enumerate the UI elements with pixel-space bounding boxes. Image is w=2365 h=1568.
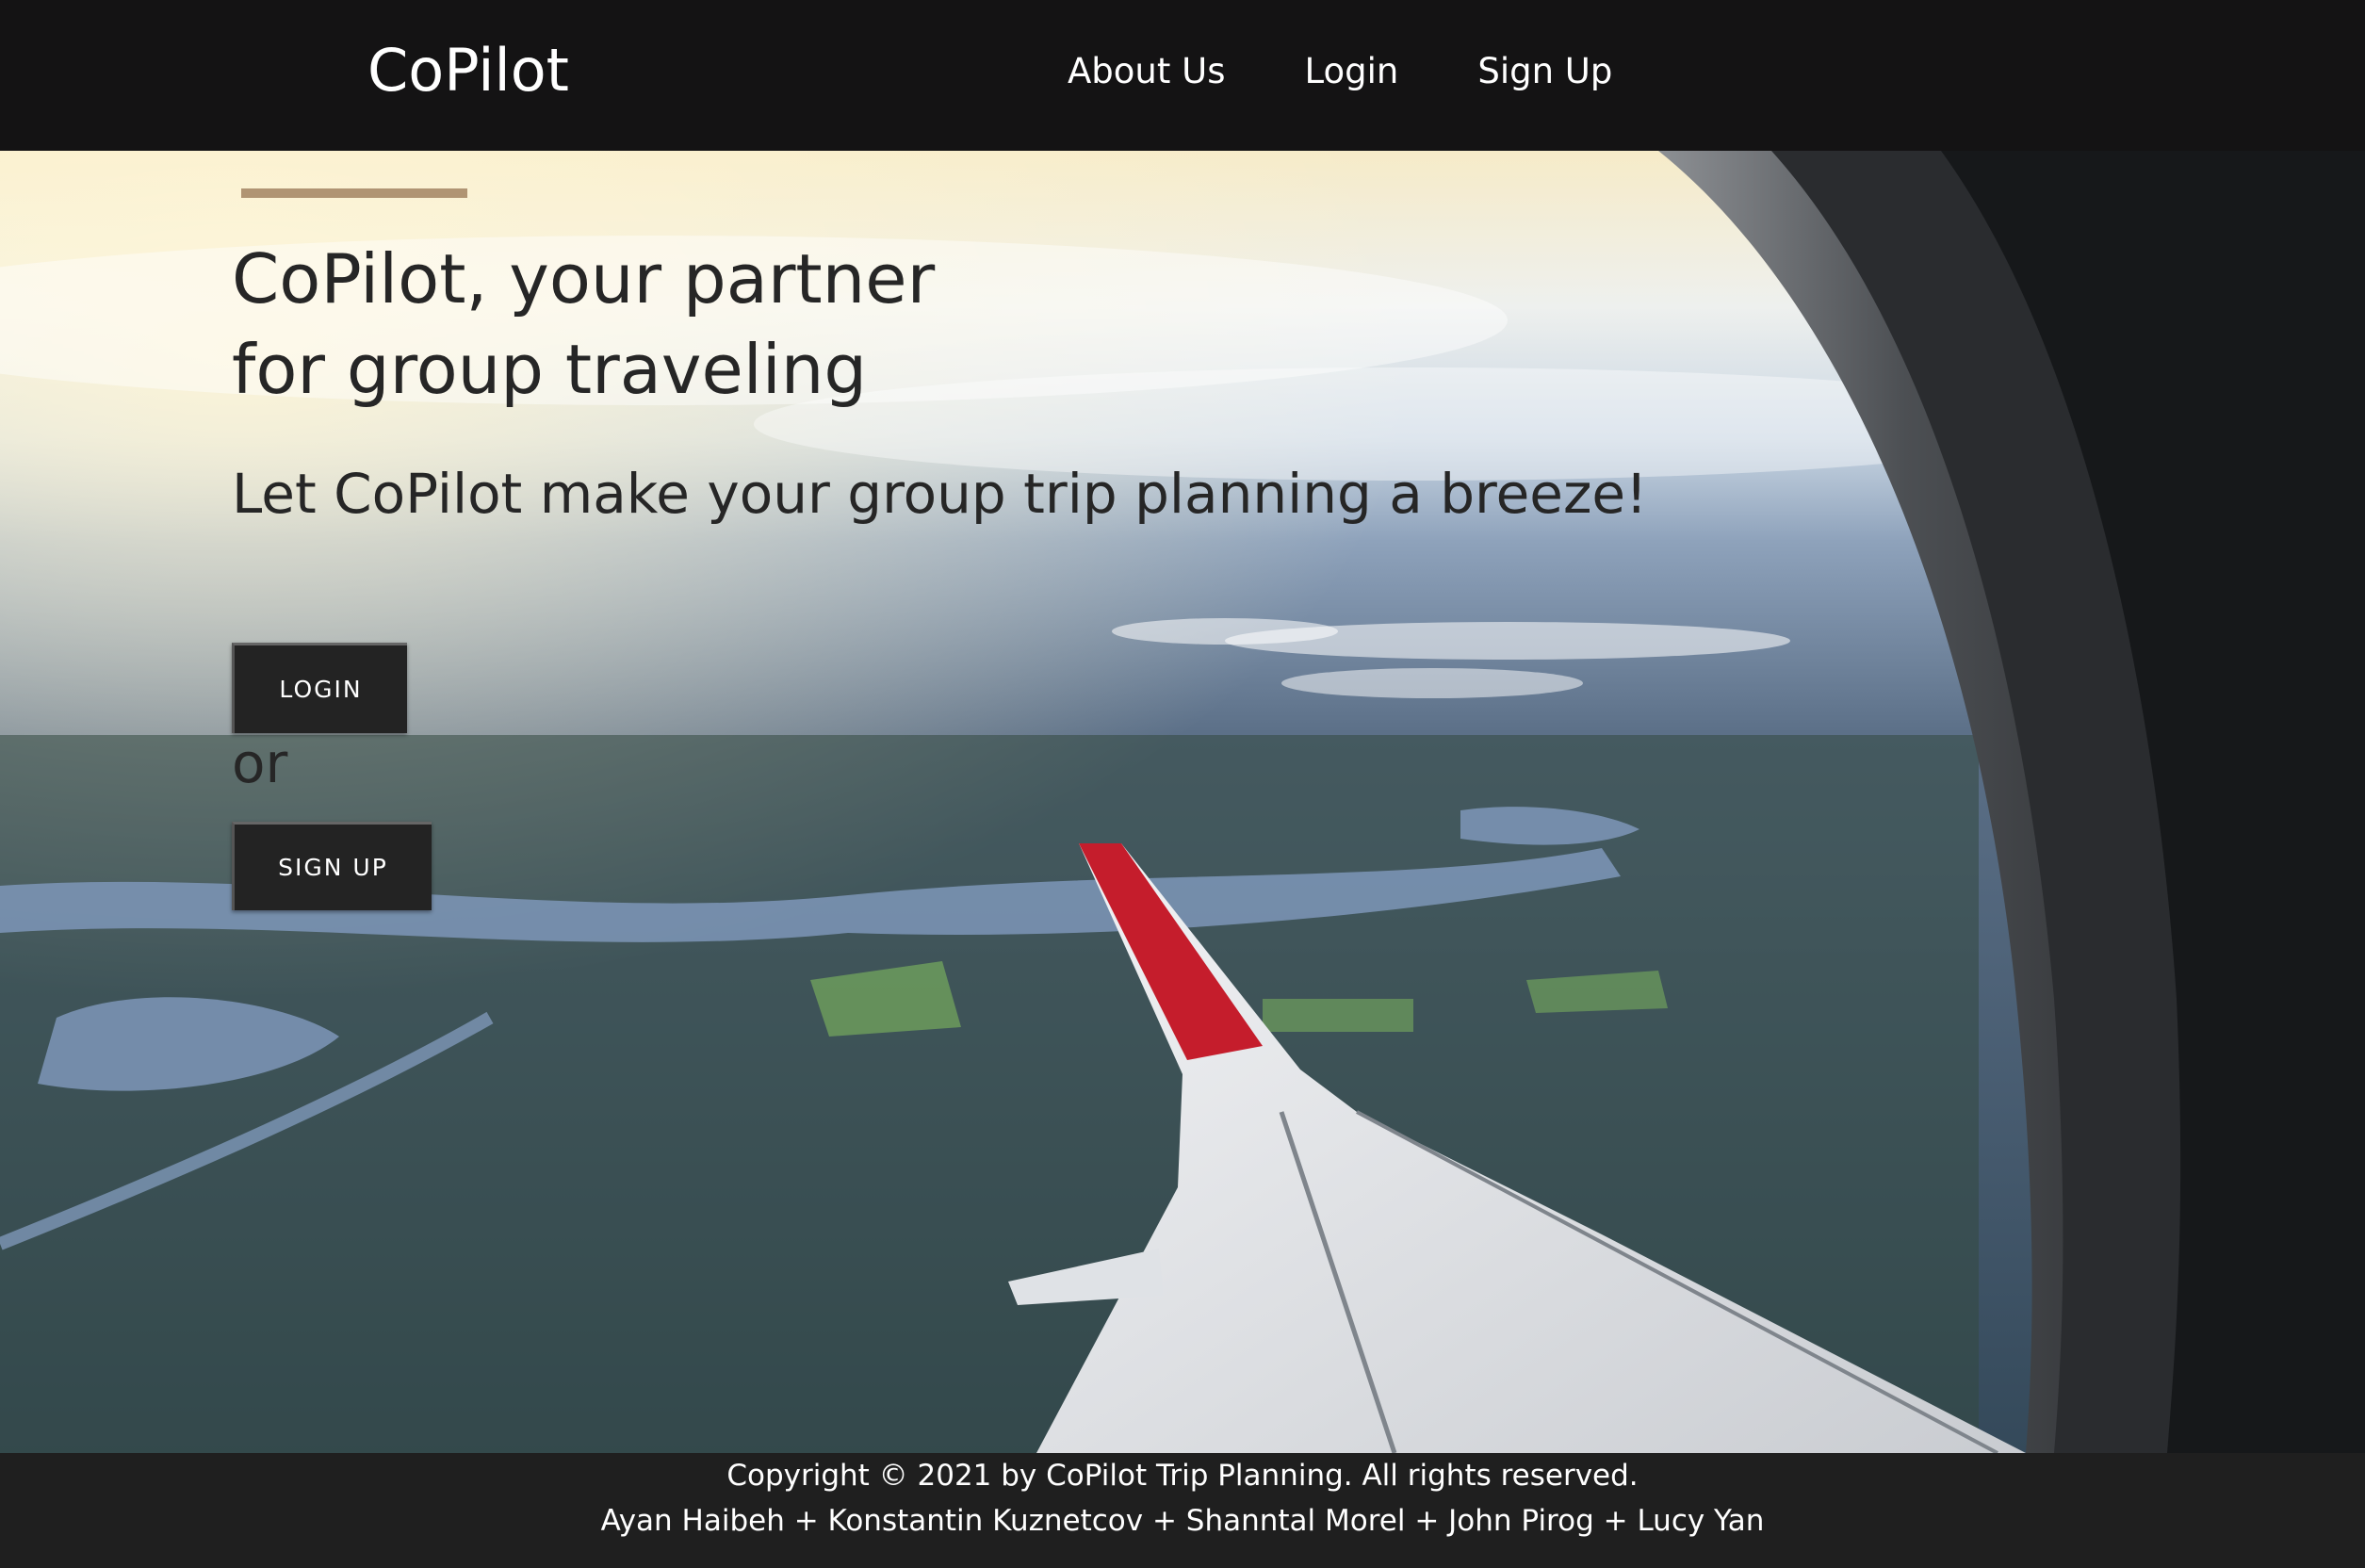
hero-headline-line2: for group traveling bbox=[232, 330, 868, 409]
page: CoPilot About Us Login Sign Up CoPilot, … bbox=[0, 0, 2365, 1568]
footer-copyright: Copyright © 2021 by CoPilot Trip Plannin… bbox=[726, 1459, 1639, 1493]
hero-section: CoPilot, your partner for group travelin… bbox=[0, 151, 2365, 1453]
navbar: CoPilot About Us Login Sign Up bbox=[0, 0, 2365, 151]
hero-headline: CoPilot, your partner for group travelin… bbox=[232, 234, 935, 415]
nav-sign-up-link[interactable]: Sign Up bbox=[1477, 51, 1612, 91]
hero-headline-line1: CoPilot, your partner bbox=[232, 239, 936, 318]
login-button[interactable]: LOGIN bbox=[232, 643, 407, 733]
nav-links: About Us Login Sign Up bbox=[1068, 51, 1612, 91]
nav-about-us-link[interactable]: About Us bbox=[1068, 51, 1226, 91]
hero-tagline: Let CoPilot make your group trip plannin… bbox=[232, 462, 1648, 526]
sign-up-button[interactable]: SIGN UP bbox=[232, 822, 432, 910]
nav-login-link[interactable]: Login bbox=[1305, 51, 1399, 91]
or-separator: or bbox=[232, 731, 288, 795]
brand-logo[interactable]: CoPilot bbox=[367, 36, 569, 105]
footer: Copyright © 2021 by CoPilot Trip Plannin… bbox=[0, 1453, 2365, 1568]
footer-credits: Ayan Haibeh + Konstantin Kuznetcov + Sha… bbox=[600, 1504, 1765, 1538]
accent-divider bbox=[241, 188, 467, 198]
